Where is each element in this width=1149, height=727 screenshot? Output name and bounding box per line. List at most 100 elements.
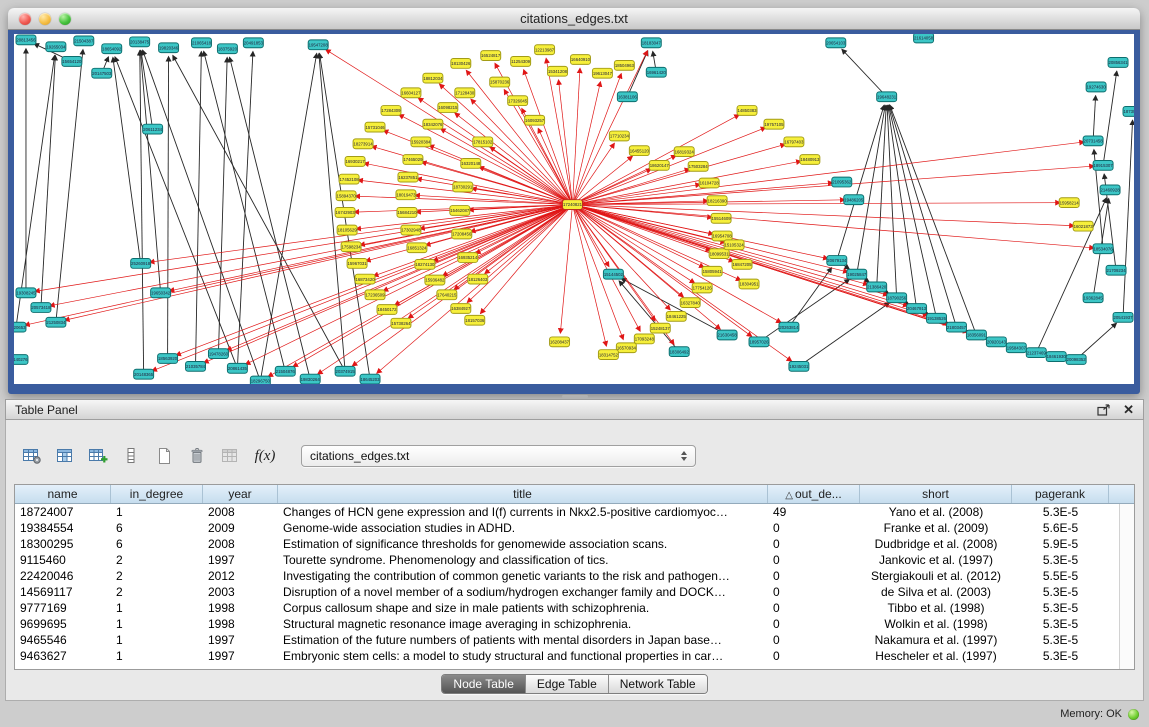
graph-node[interactable]: 20654103: [826, 38, 846, 48]
cell-year[interactable]: 1997: [203, 552, 278, 568]
graph-node[interactable]: 16847205: [732, 259, 752, 269]
new-row-button[interactable]: [117, 443, 144, 470]
cell-name[interactable]: 9463627: [15, 648, 111, 664]
cell-in_degree[interactable]: 2: [111, 552, 203, 568]
cell-out_de[interactable]: 0: [768, 632, 860, 648]
graph-node[interactable]: 17236509: [365, 290, 385, 300]
graph-node[interactable]: 19486205: [844, 195, 864, 205]
graph-node[interactable]: 16208437: [550, 337, 570, 347]
graph-node[interactable]: 17208456: [452, 229, 472, 239]
graph-node[interactable]: 21614058: [914, 34, 934, 43]
graph-node[interactable]: 18304951: [739, 279, 759, 289]
minimize-window-button[interactable]: [39, 13, 51, 25]
table-row[interactable]: 946554611997Estimation of the future num…: [15, 632, 1134, 648]
zoom-window-button[interactable]: [59, 13, 71, 25]
graph-node[interactable]: 18105629: [337, 225, 357, 235]
graph-node[interactable]: 18099531: [709, 249, 729, 259]
graph-node[interactable]: 15738264: [391, 318, 411, 328]
cell-title[interactable]: Embryonic stem cells: a model to study s…: [278, 648, 768, 664]
graph-node[interactable]: 17503284: [688, 161, 708, 171]
graph-node[interactable]: 18296750: [250, 376, 270, 384]
graph-node[interactable]: 18563920: [158, 354, 178, 364]
cell-name[interactable]: 9777169: [15, 600, 111, 616]
graph-node[interactable]: 20679134: [827, 256, 847, 266]
cell-in_degree[interactable]: 1: [111, 600, 203, 616]
cell-in_degree[interactable]: 1: [111, 504, 203, 520]
cell-pagerank[interactable]: 5.5E-5: [1012, 568, 1109, 584]
cell-year[interactable]: 2012: [203, 568, 278, 584]
graph-node[interactable]: 17093248: [634, 334, 654, 344]
cell-pagerank[interactable]: 5.3E-5: [1012, 600, 1109, 616]
graph-node[interactable]: 16930217: [345, 157, 365, 167]
cell-title[interactable]: Investigating the contribution of common…: [278, 568, 768, 584]
graph-node[interactable]: 16742903: [335, 208, 355, 218]
graph-node[interactable]: 15105324: [724, 240, 744, 250]
table-row[interactable]: 1830029562008Estimation of significance …: [15, 536, 1134, 552]
graph-node[interactable]: 17452108: [339, 174, 359, 184]
graph-node[interactable]: 18306492: [669, 347, 689, 357]
cell-title[interactable]: Tourette syndrome. Phenomenology and cla…: [278, 552, 768, 568]
delete-rows-button[interactable]: [183, 443, 210, 470]
cell-short[interactable]: Jankovic et al. (1997): [860, 552, 1012, 568]
graph-node[interactable]: 18314752: [598, 350, 618, 360]
graph-node[interactable]: 16093257: [525, 115, 545, 125]
graph-node[interactable]: 16524817: [481, 51, 501, 61]
table-row[interactable]: 977716911998Corpus callosum shape and si…: [15, 600, 1134, 616]
delete-table-button[interactable]: [216, 443, 243, 470]
graph-node[interactable]: 16873420: [355, 274, 375, 284]
graph-node[interactable]: 16327840: [680, 298, 700, 308]
graph-node[interactable]: 20573418: [31, 303, 51, 313]
graph-node[interactable]: 17598234: [341, 242, 361, 252]
column-header-pagerank[interactable]: pagerank: [1012, 485, 1109, 503]
graph-node[interactable]: 16320148: [461, 159, 481, 169]
new-file-button[interactable]: [150, 443, 177, 470]
graph-node[interactable]: 15462087: [450, 206, 470, 216]
graph-node[interactable]: 21630458: [717, 330, 737, 340]
graph-node[interactable]: 20148365: [134, 369, 154, 379]
graph-node[interactable]: 18957026: [749, 337, 769, 347]
cell-in_degree[interactable]: 6: [111, 520, 203, 536]
graph-node[interactable]: 20856341: [1108, 58, 1128, 68]
cell-pagerank[interactable]: 5.3E-5: [1012, 616, 1109, 632]
graph-node[interactable]: 19245031: [789, 361, 809, 371]
graph-node[interactable]: 15144502: [603, 269, 623, 279]
cell-year[interactable]: 1998: [203, 600, 278, 616]
cell-title[interactable]: Estimation of significance thresholds fo…: [278, 536, 768, 552]
graph-node[interactable]: 18654092: [102, 44, 122, 54]
graph-node[interactable]: 17326045: [508, 96, 528, 106]
graph-node[interactable]: 18915307: [1093, 160, 1113, 170]
tab-network-table[interactable]: Network Table: [609, 675, 707, 693]
cell-short[interactable]: Dudbridge et al. (2008): [860, 536, 1012, 552]
graph-node[interactable]: 18183047: [641, 38, 661, 48]
cell-out_de[interactable]: 49: [768, 504, 860, 520]
cell-name[interactable]: 9115460: [15, 552, 111, 568]
graph-node[interactable]: 17284309: [381, 106, 401, 116]
table-row[interactable]: 1872400712008Changes of HCN gene express…: [15, 504, 1134, 520]
graph-node[interactable]: 19308245: [16, 288, 36, 298]
graph-node[interactable]: 16237851: [398, 172, 418, 182]
cell-title[interactable]: Structural magnetic resonance image aver…: [278, 616, 768, 632]
graph-node[interactable]: 20861435: [227, 363, 247, 373]
graph-node[interactable]: 19650342: [151, 288, 171, 298]
graph-node[interactable]: 18019473: [396, 190, 416, 200]
tab-edge-table[interactable]: Edge Table: [526, 675, 609, 693]
tab-node-table[interactable]: Node Table: [442, 675, 526, 693]
graph-node[interactable]: 15684210: [397, 208, 417, 218]
graph-node[interactable]: 17240821: [563, 200, 583, 210]
graph-node[interactable]: 20147503: [92, 68, 112, 78]
cell-short[interactable]: Nakamura et al. (1997): [860, 632, 1012, 648]
graph-node[interactable]: 19757105: [764, 119, 784, 129]
cell-title[interactable]: Genome-wide association studies in ADHD.: [278, 520, 768, 536]
graph-node[interactable]: 17465029: [403, 155, 423, 165]
column-header-out_de[interactable]: △out_de...: [768, 485, 860, 503]
graph-node[interactable]: 25260918: [131, 259, 151, 269]
table-row[interactable]: 969969511998Structural magnetic resonanc…: [15, 616, 1134, 632]
graph-node[interactable]: 21386420: [867, 282, 887, 292]
cell-year[interactable]: 2008: [203, 504, 278, 520]
graph-node[interactable]: 16455120: [629, 146, 649, 156]
graph-node[interactable]: 18504963: [614, 60, 634, 70]
cell-short[interactable]: Yano et al. (2008): [860, 504, 1012, 520]
table-mode-button[interactable]: [18, 443, 45, 470]
graph-node[interactable]: 19138526: [927, 313, 947, 323]
cell-name[interactable]: 9699695: [15, 616, 111, 632]
